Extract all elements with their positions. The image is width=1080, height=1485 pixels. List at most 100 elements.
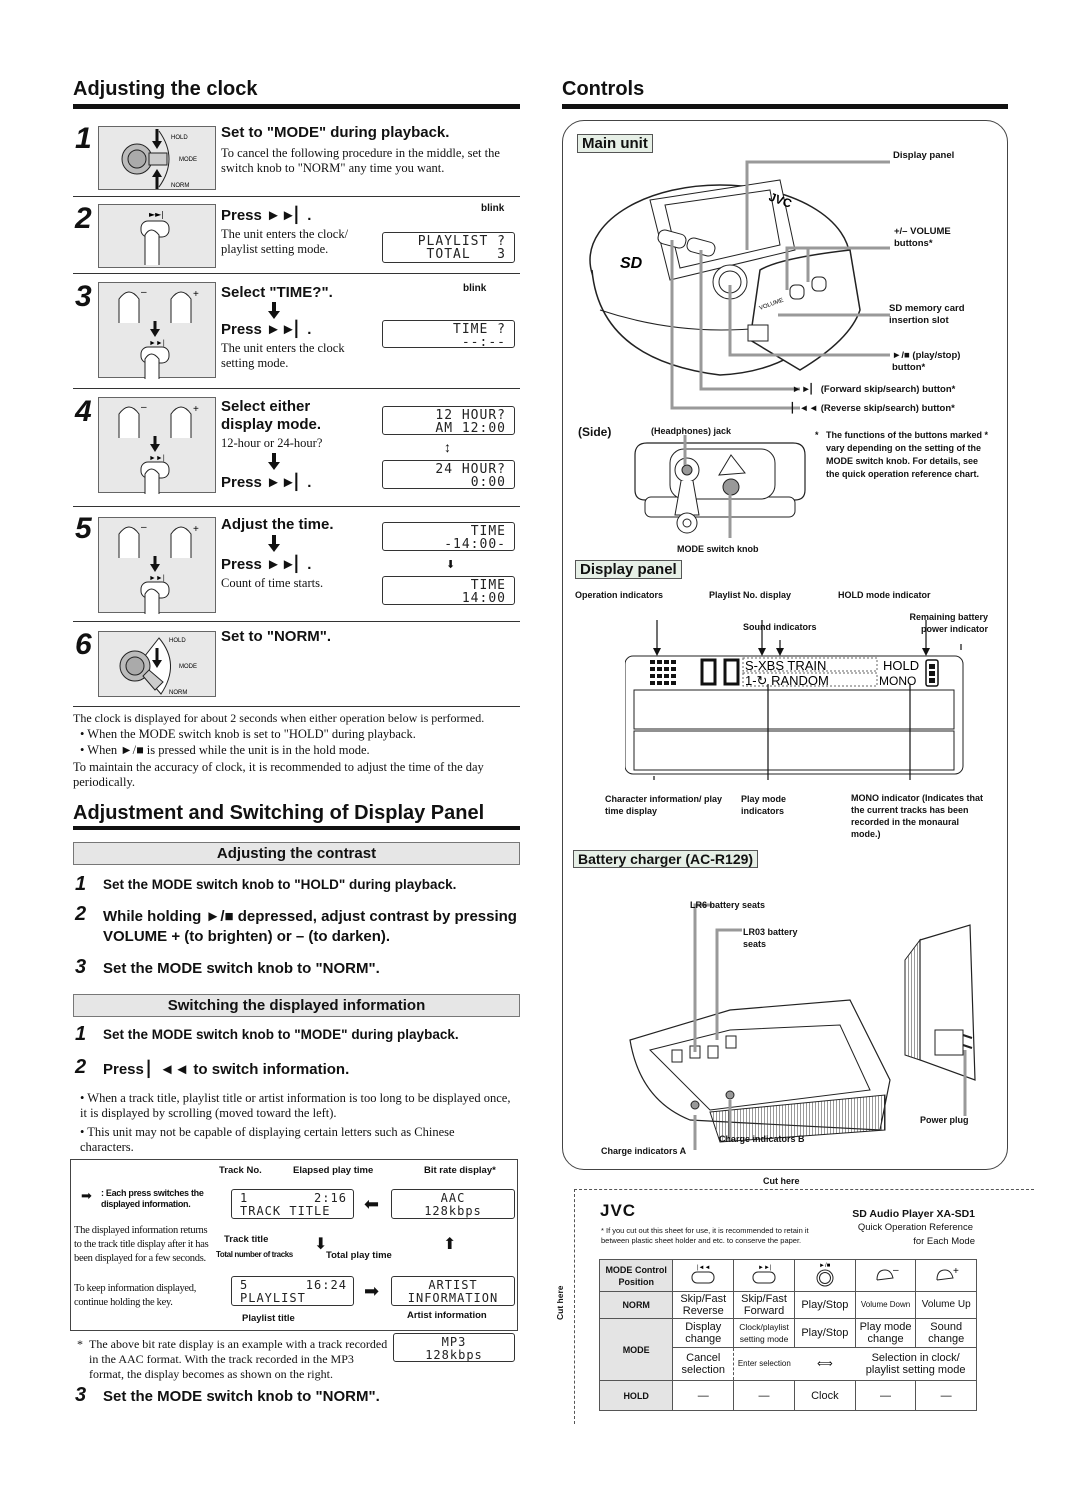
power-plug-label: Power plug <box>920 1115 969 1125</box>
card-brand-logo: JVC <box>600 1201 637 1220</box>
lcd-line: 14:00 <box>461 591 506 606</box>
sd-logo: SD <box>620 255 643 272</box>
step-number: 5 <box>75 512 92 545</box>
knob-label-norm: NORM <box>169 690 187 696</box>
step-number: 2 <box>75 903 87 925</box>
switching-step: Set the MODE switch knob to "MODE" durin… <box>103 1027 459 1042</box>
clock-note-intro: The clock is displayed for about 2 secon… <box>73 711 485 725</box>
charge-b-label: Charge indicators B <box>719 1134 805 1144</box>
step-title: Set to "NORM". <box>221 628 332 645</box>
step-number: 1 <box>75 873 87 895</box>
lcd-bitrate: AAC 128kbps <box>391 1189 515 1219</box>
volume-buttons-icon: – + ►►| <box>118 287 199 379</box>
display-adjust-title: Adjustment and Switching of Display Pane… <box>73 802 485 824</box>
cell: Volume Down <box>854 1291 917 1319</box>
lcd-display: 12 HOUR? AM 12:00 <box>382 406 515 435</box>
switch-knob-icon: HOLD MODE NORM <box>119 637 197 696</box>
step-number: 1 <box>75 1023 87 1045</box>
svg-text:|◄◄: |◄◄ <box>697 1265 710 1271</box>
cell: Play/Stop <box>793 1291 856 1319</box>
forward-skip-icon: ►►| <box>752 1265 776 1284</box>
cell: — <box>915 1380 977 1411</box>
play-stop-icon: ►/■ <box>816 1263 834 1287</box>
cell: — <box>672 1380 735 1411</box>
step-text: The unit enters the clock setting mode. <box>221 341 345 370</box>
blink-label: blink <box>463 283 487 294</box>
lcd-display: TIME 14:00 <box>382 576 515 605</box>
step-title: Set to "MODE" during playback. <box>221 124 450 141</box>
lcd-line: 0:00 <box>470 475 506 490</box>
mode-knob-illustration: HOLD MODE NORM <box>98 631 216 697</box>
lcd-line: TOTAL 3 <box>426 247 506 262</box>
svg-text:►►|: ►►| <box>149 340 165 347</box>
lcd-line: TRACK TITLE <box>240 1204 331 1218</box>
total-time-label: Total play time <box>326 1250 392 1261</box>
down-arrow-icon: ⬇ <box>446 559 456 571</box>
lcd-line: PLAYLIST <box>240 1291 306 1305</box>
card-note: * If you cut out this sheet for use, it … <box>601 1226 809 1245</box>
cell: Play/Stop <box>793 1318 856 1348</box>
hold-segment: HOLD <box>883 658 919 673</box>
clock-section-title: Adjusting the clock <box>73 78 258 100</box>
volume-forward-illustration: – + ►►| <box>98 282 216 379</box>
row-label-norm: NORM <box>598 1291 674 1319</box>
clock-note-bullet: • When ►/■ is pressed while the unit is … <box>80 743 370 757</box>
switching-step: Set the MODE switch knob to "NORM". <box>103 1388 380 1405</box>
mode-knob-label: MODE switch knob <box>677 544 759 554</box>
down-arrow-icon <box>268 453 280 470</box>
diagram-side-text: The displayed information returns to the… <box>74 1225 209 1264</box>
footnote-asterisk: * <box>77 1337 83 1351</box>
asterisk: * <box>815 430 819 440</box>
cut-line-vertical[interactable] <box>574 1189 575 1424</box>
svg-text:–: – <box>141 402 147 413</box>
svg-text:–: – <box>893 1265 899 1276</box>
up-down-arrow-icon: ↕ <box>444 439 451 455</box>
lcd-line: INFORMATION <box>407 1291 499 1305</box>
mode-knob-illustration: HOLD MODE NORM <box>98 126 216 190</box>
switching-step: Press ▏◄◄ to switch information. <box>103 1061 350 1078</box>
title-rule <box>73 104 520 109</box>
step-title: Press ►►▏. <box>221 207 312 224</box>
lcd-line: AM 12:00 <box>435 421 506 436</box>
switching-bullet: • When a track title, playlist title or … <box>80 1091 511 1120</box>
track-title-label: Track title <box>224 1234 269 1245</box>
lcd-display: TIME ? --:-- <box>382 320 515 350</box>
play-stop-button-header: ►/■ <box>793 1259 856 1292</box>
step-text: To cancel the following procedure in the… <box>221 146 500 175</box>
row-label-mode: MODE <box>598 1318 674 1381</box>
svg-text:+: + <box>193 524 199 535</box>
step-number: 6 <box>75 628 92 661</box>
diagram-side-text: To keep information displayed, continue … <box>74 1283 197 1308</box>
bullet-text: When a track title, playlist title or ar… <box>80 1091 511 1120</box>
volume-buttons-icon: – + ►►| <box>118 522 199 614</box>
left-arrow-icon: ⬅ <box>364 1194 380 1214</box>
bullet-text: When ►/■ is pressed while the unit is in… <box>87 743 370 757</box>
main-unit-tag: Main unit <box>577 134 653 153</box>
svg-text:►►|: ►►| <box>149 210 164 219</box>
card-subtitle: for Each Mode <box>913 1236 975 1247</box>
svg-text:+: + <box>953 1266 959 1277</box>
cell: Cancel selection <box>672 1347 734 1381</box>
lcd-track: 1 2:16 TRACK TITLE <box>231 1189 354 1219</box>
volume-buttons-icon: – + ►►| <box>118 402 199 494</box>
lr6-label: LR6 battery seats <box>690 900 766 910</box>
divider <box>73 506 520 507</box>
title-rule <box>562 104 1008 109</box>
callout-sd-slot: SD memory card insertion slot <box>889 303 965 326</box>
track-no-label: Track No. <box>219 1165 262 1176</box>
step-number: 4 <box>75 395 92 428</box>
divider <box>73 273 520 274</box>
cell: Play mode change <box>854 1318 917 1348</box>
main-unit-illustration: JVC SD VOLUME <box>589 160 890 410</box>
step-number: 1 <box>75 122 92 155</box>
lcd-display: PLAYLIST ? TOTAL 3 <box>382 232 515 263</box>
lcd-line: --:-- <box>461 335 506 350</box>
lcd-line: -14:00- <box>444 537 506 552</box>
cut-line-horizontal[interactable] <box>574 1189 1034 1190</box>
blink-label: blink <box>481 203 505 214</box>
step-number: 3 <box>75 1384 87 1406</box>
title-rule <box>73 826 520 830</box>
table-row: HOLD — — Clock — — <box>598 1380 977 1411</box>
char-info-label: Character information/ play time display <box>605 794 723 816</box>
contrast-subheading: Adjusting the contrast <box>73 842 520 865</box>
